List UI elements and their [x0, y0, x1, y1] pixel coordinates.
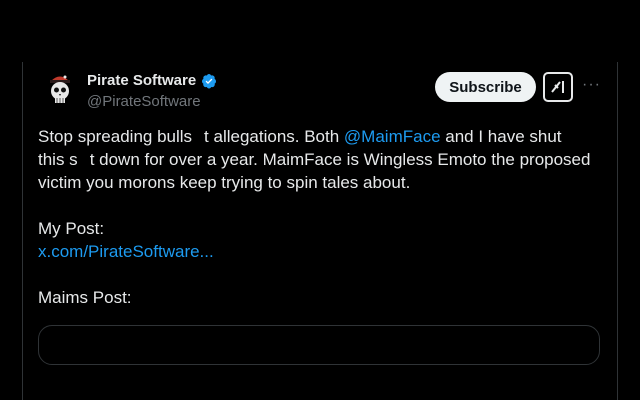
post-text-segment: this s [38, 150, 78, 169]
maims-post-label: Maims Post: [38, 288, 132, 307]
post-line: Stop spreading bulls t allegations. Both … [38, 125, 608, 148]
pirate-skull-icon [50, 75, 70, 103]
quoted-post-card[interactable] [38, 325, 600, 365]
my-post-label: My Post: [38, 219, 105, 238]
post-text-segment: and I have shut [440, 127, 562, 146]
post-text-segment: t allegations. Both [204, 127, 344, 146]
avatar[interactable] [46, 72, 74, 108]
grok-button[interactable] [543, 72, 573, 102]
author-name-row[interactable]: Pirate Software [87, 72, 217, 89]
more-options-icon[interactable]: ··· [582, 76, 601, 94]
author-handle[interactable]: @PirateSoftware [87, 93, 201, 110]
my-post-link[interactable]: x.com/PirateSoftware... [38, 242, 214, 261]
grok-icon [551, 81, 564, 93]
post-line: this s t down for over a year. MaimFace i… [38, 148, 608, 171]
post-text-segment: Stop spreading bulls [38, 127, 193, 146]
post-text-segment: t down for over a year. MaimFace is Wing… [89, 150, 591, 169]
verified-badge-icon[interactable] [201, 73, 217, 89]
post-line: victim you morons keep trying to spin ta… [38, 173, 411, 192]
subscribe-button[interactable]: Subscribe [435, 72, 536, 102]
post-text: Stop spreading bulls t allegations. Both … [38, 125, 608, 309]
author-display-name[interactable]: Pirate Software [87, 72, 196, 89]
my-post-line: x.com/PirateSoftware... [38, 240, 608, 263]
mention-link[interactable]: @MaimFace [344, 127, 441, 146]
